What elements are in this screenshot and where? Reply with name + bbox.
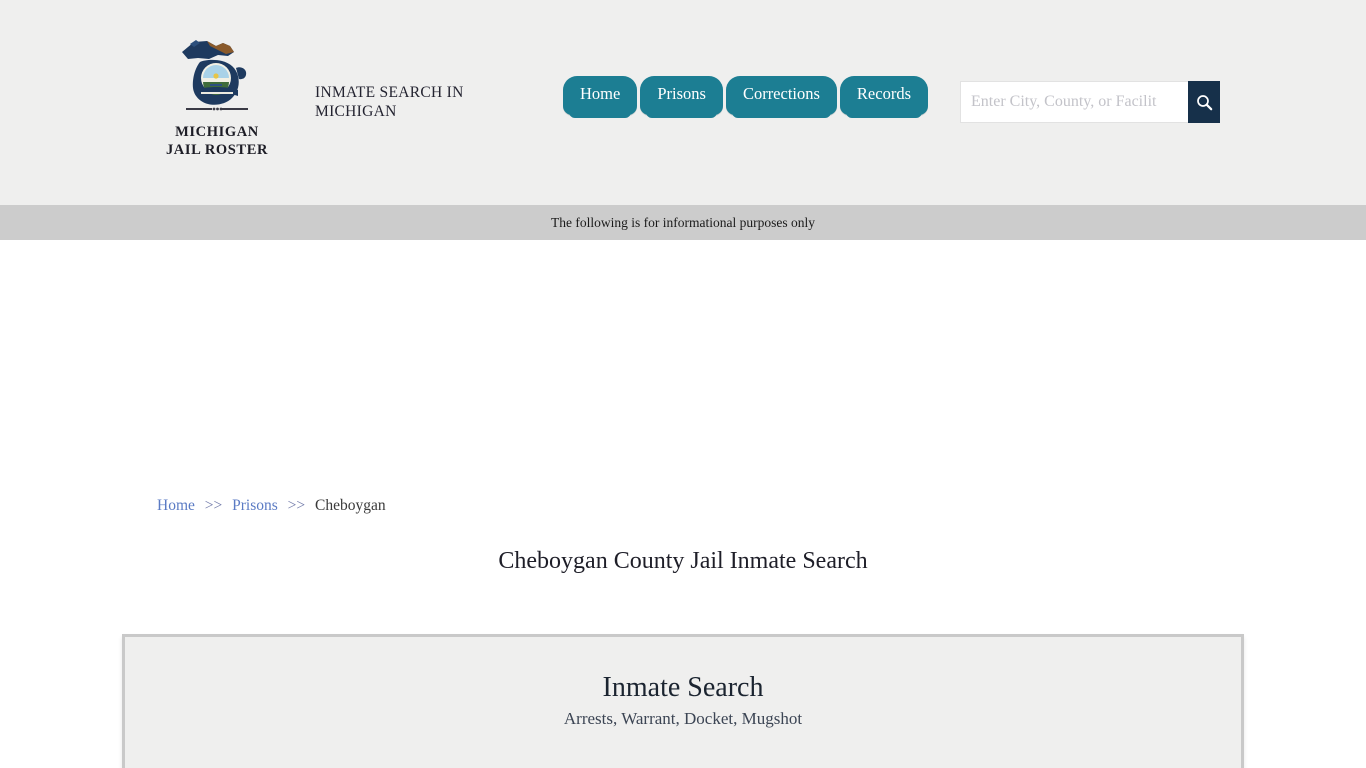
nav-item-corrections[interactable]: Corrections — [725, 76, 837, 117]
site-tagline: Inmate Search in Michigan — [315, 84, 464, 120]
breadcrumb: Home >> Prisons >> Cheboygan — [157, 497, 386, 515]
logo-line-2: JAIL ROSTER — [165, 141, 269, 158]
panel-subtitle: Arrests, Warrant, Docket, Mugshot — [563, 709, 803, 728]
header-search — [960, 81, 1220, 123]
breadcrumb-separator: >> — [204, 497, 223, 514]
nav-label: Corrections — [742, 84, 820, 103]
informational-banner: The following is for informational purpo… — [0, 205, 1366, 240]
logo-line-1: MICHIGAN — [175, 124, 259, 140]
breadcrumb-item-current: Cheboygan — [315, 497, 386, 514]
site-logo[interactable]: MICHIGAN JAIL ROSTER — [160, 32, 274, 159]
nav-label: Records — [856, 84, 911, 103]
header-search-button[interactable] — [1188, 81, 1220, 123]
michigan-state-outline-logo-icon — [182, 40, 248, 111]
primary-navigation: Home Prisons Corrections Records — [563, 76, 931, 117]
nav-item-home[interactable]: Home — [563, 76, 638, 117]
nav-item-prisons[interactable]: Prisons — [640, 76, 723, 117]
breadcrumb-item-prisons[interactable]: Prisons — [232, 497, 278, 514]
search-icon — [1196, 94, 1212, 110]
inmate-search-panel: Inmate Search Arrests, Warrant, Docket, … — [122, 634, 1244, 768]
header-search-input[interactable] — [960, 81, 1188, 123]
site-header: MICHIGAN JAIL ROSTER Inmate Search in Mi… — [0, 0, 1366, 205]
nav-item-records[interactable]: Records — [839, 76, 928, 117]
informational-banner-text: The following is for informational purpo… — [551, 214, 815, 230]
nav-label: Prisons — [657, 84, 706, 103]
breadcrumb-item-home[interactable]: Home — [157, 497, 195, 514]
logo-wordmark: MICHIGAN JAIL ROSTER — [160, 124, 274, 159]
breadcrumb-separator: >> — [287, 497, 306, 514]
nav-label: Home — [580, 84, 621, 103]
page-title: Cheboygan County Jail Inmate Search — [498, 548, 868, 574]
panel-title: Inmate Search — [602, 672, 764, 703]
